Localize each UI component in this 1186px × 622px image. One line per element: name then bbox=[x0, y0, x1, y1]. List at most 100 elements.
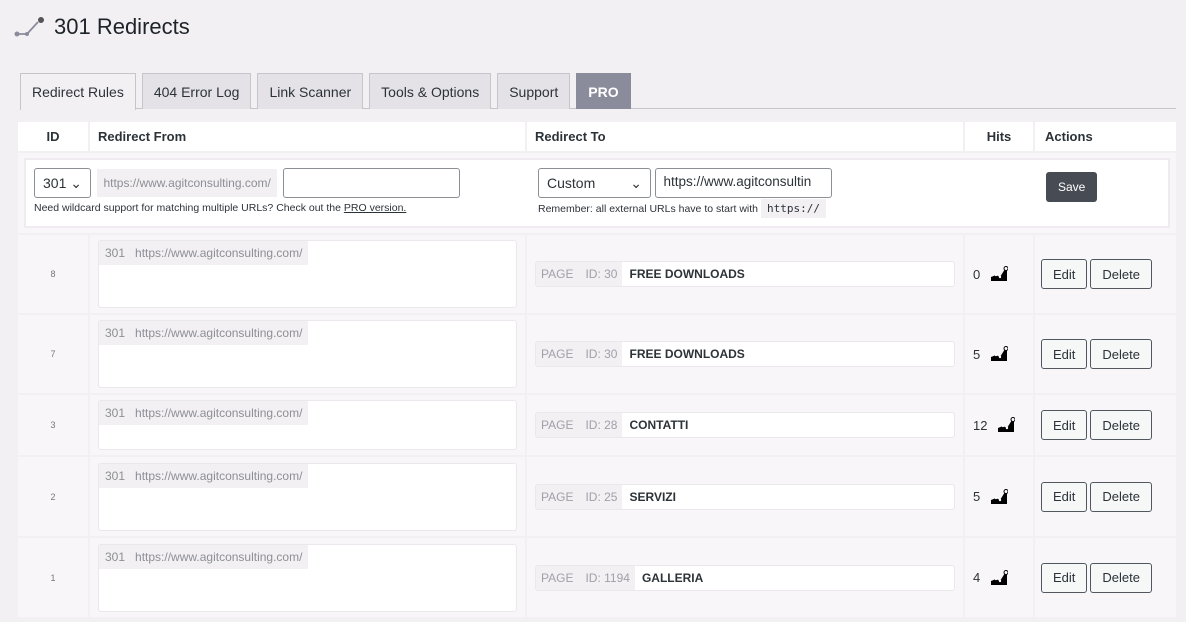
redirect-to-input[interactable]: https://www.agitconsultin bbox=[655, 168, 833, 198]
pro-version-link[interactable]: PRO version. bbox=[344, 202, 406, 214]
hits-cell: 12 bbox=[965, 395, 1035, 455]
redirect-from-field[interactable]: 301 https://www.agitconsulting.com/ bbox=[98, 240, 517, 308]
target-name: SERVIZI bbox=[629, 489, 676, 504]
redirect-to-field: PAGE ID: 28 CONTATTI bbox=[535, 412, 955, 438]
redirect-to-field: PAGE ID: 30 FREE DOWNLOADS bbox=[535, 261, 955, 287]
column-id: ID bbox=[18, 122, 90, 151]
wildcard-hint: Need wildcard support for matching multi… bbox=[34, 202, 407, 214]
column-redirect-to: Redirect To bbox=[527, 122, 965, 151]
tab-redirect-rules[interactable]: Redirect Rules bbox=[20, 73, 136, 110]
delete-button[interactable]: Delete bbox=[1090, 562, 1152, 593]
redirect-from-field[interactable]: 301 https://www.agitconsulting.com/ bbox=[98, 462, 517, 531]
target-type: PAGE bbox=[541, 267, 574, 281]
target-type: PAGE bbox=[541, 418, 574, 432]
stats-chart-icon[interactable] bbox=[990, 488, 1009, 505]
rule-from-prefix: https://www.agitconsulting.com/ bbox=[135, 406, 303, 420]
table-row: 7 301 https://www.agitconsulting.com/ PAG… bbox=[18, 315, 1176, 395]
tab-bar: Redirect Rules 404 Error Log Link Scanne… bbox=[20, 73, 1176, 110]
page-header: 301 Redirects bbox=[14, 14, 190, 40]
edit-button[interactable]: Edit bbox=[1041, 259, 1088, 289]
redirect-from-cell: 301 https://www.agitconsulting.com/ bbox=[90, 538, 527, 617]
edit-button[interactable]: Edit bbox=[1041, 339, 1088, 369]
actions-cell: Edit Delete bbox=[1035, 457, 1176, 536]
hits-cell: 5 bbox=[965, 315, 1035, 393]
hit-count: 12 bbox=[973, 417, 988, 433]
table-row: 1 301 https://www.agitconsulting.com/ PAG… bbox=[18, 538, 1176, 619]
actions-cell: Edit Delete bbox=[1035, 395, 1176, 455]
delete-button[interactable]: Delete bbox=[1090, 481, 1152, 512]
rule-status-code: 301 bbox=[105, 406, 126, 420]
stats-chart-icon[interactable] bbox=[990, 346, 1009, 362]
redirect-to-cell: PAGE ID: 30 FREE DOWNLOADS bbox=[527, 315, 965, 393]
target-type: PAGE bbox=[541, 570, 574, 585]
rule-id: 3 bbox=[18, 395, 90, 455]
target-id: ID: 25 bbox=[585, 489, 618, 504]
rule-status-code: 301 bbox=[105, 468, 126, 483]
hit-count: 4 bbox=[973, 570, 981, 585]
rule-status-code: 301 bbox=[105, 326, 126, 340]
table-row: 3 301 https://www.agitconsulting.com/ PAG… bbox=[18, 395, 1176, 457]
redirect-type-select[interactable]: Custom ⌄ bbox=[538, 168, 651, 198]
redirect-to-cell: PAGE ID: 25 SERVIZI bbox=[527, 457, 965, 536]
redirect-to-cell: PAGE ID: 28 CONTATTI bbox=[527, 395, 965, 455]
redirect-to-field: PAGE ID: 30 FREE DOWNLOADS bbox=[535, 341, 955, 367]
stats-chart-icon[interactable] bbox=[990, 266, 1009, 282]
rule-id: 7 bbox=[18, 315, 90, 393]
redirect-from-cell: 301 https://www.agitconsulting.com/ bbox=[90, 315, 527, 393]
https-code: https:// bbox=[761, 199, 826, 218]
column-actions: Actions bbox=[1045, 129, 1093, 144]
redirect-rules-table: ID Redirect From Redirect To Hits Action… bbox=[18, 122, 1176, 619]
delete-button[interactable]: Delete bbox=[1090, 259, 1152, 289]
rule-id: 1 bbox=[18, 538, 90, 617]
delete-button[interactable]: Delete bbox=[1090, 339, 1152, 369]
hit-count: 5 bbox=[973, 489, 981, 504]
redirect-to-cell: PAGE ID: 30 FREE DOWNLOADS bbox=[527, 235, 965, 313]
from-url-prefix: https://www.agitconsulting.com/ bbox=[97, 169, 277, 197]
chevron-down-icon: ⌄ bbox=[70, 174, 82, 191]
rule-status-code: 301 bbox=[105, 246, 126, 260]
column-redirect-from: Redirect From bbox=[90, 122, 527, 151]
target-id: ID: 28 bbox=[585, 418, 618, 432]
stats-chart-icon[interactable] bbox=[990, 569, 1009, 586]
target-id: ID: 1194 bbox=[585, 570, 630, 585]
delete-button[interactable]: Delete bbox=[1090, 410, 1152, 440]
redirect-from-field[interactable]: 301 https://www.agitconsulting.com/ bbox=[98, 543, 517, 612]
edit-button[interactable]: Edit bbox=[1041, 481, 1088, 512]
rule-from-prefix: https://www.agitconsulting.com/ bbox=[135, 468, 303, 483]
target-name: CONTATTI bbox=[629, 418, 689, 432]
tab-404-error-log[interactable]: 404 Error Log bbox=[141, 73, 252, 109]
table-header: ID Redirect From Redirect To Hits Action… bbox=[18, 122, 1176, 153]
tab-pro[interactable]: PRO bbox=[576, 73, 631, 109]
stats-chart-icon[interactable] bbox=[997, 417, 1016, 433]
hits-cell: 5 bbox=[965, 457, 1035, 536]
redirect-from-field[interactable]: 301 https://www.agitconsulting.com/ bbox=[98, 320, 517, 388]
actions-cell: Edit Delete bbox=[1035, 538, 1176, 617]
edit-button[interactable]: Edit bbox=[1041, 410, 1088, 440]
hits-cell: 4 bbox=[965, 538, 1035, 617]
page-title: 301 Redirects bbox=[54, 14, 190, 39]
table-row: 8 301 https://www.agitconsulting.com/ PAG… bbox=[18, 235, 1176, 315]
save-button[interactable]: Save bbox=[1046, 172, 1098, 202]
status-code-select[interactable]: 301 ⌄ bbox=[34, 168, 91, 198]
redirect-chart-icon bbox=[14, 17, 44, 37]
target-id: ID: 30 bbox=[585, 347, 618, 361]
add-redirect-form: 301 ⌄ https://www.agitconsulting.com/ Nee… bbox=[18, 153, 1176, 235]
redirect-from-input[interactable] bbox=[283, 168, 461, 198]
tab-link-scanner[interactable]: Link Scanner bbox=[257, 73, 364, 109]
rule-id: 8 bbox=[18, 235, 90, 313]
redirect-to-field: PAGE ID: 1194 GALLERIA bbox=[535, 564, 955, 591]
rule-id: 2 bbox=[18, 457, 90, 536]
tab-support[interactable]: Support bbox=[497, 73, 571, 109]
target-id: ID: 30 bbox=[585, 267, 618, 281]
actions-cell: Edit Delete bbox=[1035, 315, 1176, 393]
hit-count: 0 bbox=[973, 266, 981, 282]
rule-from-prefix: https://www.agitconsulting.com/ bbox=[135, 326, 303, 340]
rule-status-code: 301 bbox=[105, 549, 126, 564]
rule-from-prefix: https://www.agitconsulting.com/ bbox=[135, 246, 303, 260]
chevron-down-icon: ⌄ bbox=[630, 174, 642, 191]
tab-tools-options[interactable]: Tools & Options bbox=[369, 73, 492, 109]
redirect-from-field[interactable]: 301 https://www.agitconsulting.com/ bbox=[98, 400, 517, 450]
column-hits: Hits bbox=[965, 122, 1035, 151]
redirect-from-cell: 301 https://www.agitconsulting.com/ bbox=[90, 457, 527, 536]
edit-button[interactable]: Edit bbox=[1041, 562, 1088, 593]
